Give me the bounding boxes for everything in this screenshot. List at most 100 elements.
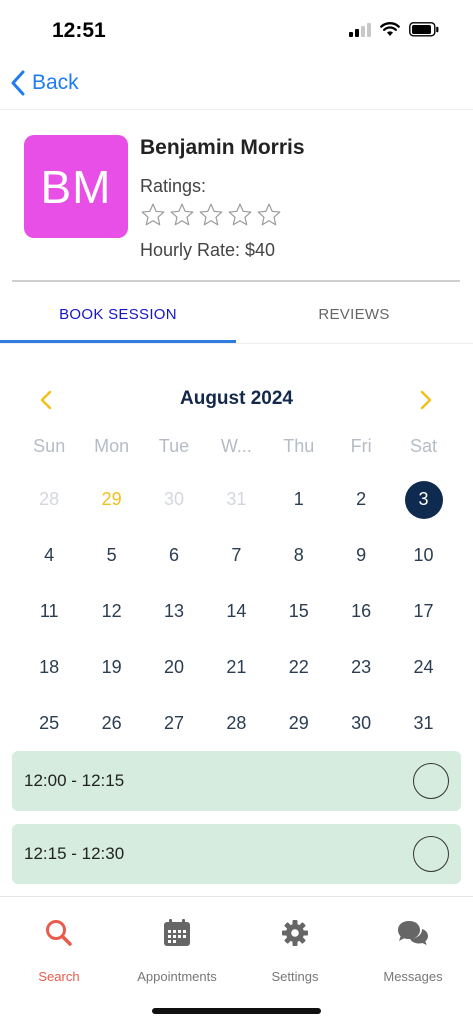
calendar-day[interactable]: 4	[18, 528, 80, 584]
calendar-day-number: 1	[293, 489, 304, 510]
calendar-day[interactable]: 6	[143, 528, 205, 584]
time-slot[interactable]: 12:15 - 12:30	[12, 824, 461, 884]
weekday-label: Thu	[283, 436, 315, 456]
calendar-day[interactable]: 25	[18, 695, 80, 751]
calendar-day-number: 28	[226, 712, 247, 733]
calendar-day-number: 28	[39, 489, 60, 510]
calendar-day[interactable]: 24	[392, 639, 454, 695]
calendar-day[interactable]: 17	[392, 584, 454, 640]
weekday-label: W...	[220, 436, 252, 456]
calendar-day-number: 5	[106, 545, 117, 566]
time-slot-radio[interactable]	[413, 836, 449, 872]
gear-icon	[282, 920, 308, 946]
next-month-button[interactable]	[416, 388, 436, 417]
day-grid: 28 29 30 31 1 2 3 4 5 6 7 8 9 10 11 12 13 14 15 16 17 18 19 20 2…	[18, 472, 455, 751]
calendar-day[interactable]: 14	[205, 584, 267, 640]
calendar-day-number: 26	[101, 712, 122, 733]
calendar-day-number: 15	[288, 600, 309, 621]
calendar-day-number: 2	[356, 489, 367, 510]
calendar-day[interactable]: 20	[143, 639, 205, 695]
calendar-day[interactable]: 27	[143, 695, 205, 751]
calendar-day[interactable]: 21	[205, 639, 267, 695]
calendar-icon	[164, 919, 190, 946]
back-label: Back	[32, 71, 79, 94]
calendar-day[interactable]: 22	[268, 639, 330, 695]
calendar-day-number: 18	[39, 656, 60, 677]
calendar-day[interactable]: 12	[80, 584, 142, 640]
session-tabs: BOOK SESSION REVIEWS	[0, 284, 473, 344]
star-icon	[199, 203, 223, 226]
calendar-day[interactable]: 15	[268, 584, 330, 640]
month-title: August 2024	[180, 388, 293, 409]
calendar-day[interactable]: 13	[143, 584, 205, 640]
calendar-day-number: 17	[413, 600, 434, 621]
star-icon	[170, 203, 194, 226]
chevron-right-icon	[420, 390, 432, 410]
weekday-label: Mon	[94, 436, 130, 456]
calendar-day[interactable]: 26	[80, 695, 142, 751]
status-time: 12:51	[52, 19, 106, 42]
calendar-day[interactable]: 7	[205, 528, 267, 584]
search-icon	[46, 920, 72, 946]
back-button[interactable]: Back	[10, 70, 79, 96]
calendar-day[interactable]: 5	[80, 528, 142, 584]
weekday-label: Fri	[350, 436, 372, 456]
calendar-day-number: 30	[351, 712, 372, 733]
tabbar-label-messages: Messages	[383, 969, 443, 984]
star-icon	[257, 203, 281, 226]
time-slot-label: 12:00 - 12:15	[24, 771, 125, 790]
calendar-day[interactable]: 9	[330, 528, 392, 584]
calendar-day[interactable]: 29	[268, 695, 330, 751]
tabbar-label-appointments: Appointments	[137, 969, 217, 984]
calendar-day[interactable]: 18	[18, 639, 80, 695]
hourly-rate: Hourly Rate: $40	[140, 240, 276, 260]
calendar-day-number: 6	[168, 545, 179, 566]
calendar-day-number: 24	[413, 656, 434, 677]
tab-indicator	[0, 340, 236, 343]
calendar-day-selected[interactable]: 3	[392, 472, 454, 528]
battery-icon	[409, 22, 439, 37]
calendar-day[interactable]: 29	[80, 472, 142, 528]
calendar-day[interactable]: 10	[392, 528, 454, 584]
calendar-day[interactable]: 28	[205, 695, 267, 751]
tabbar-item-settings[interactable]: Settings	[236, 915, 354, 984]
tabbar-item-appointments[interactable]: Appointments	[118, 915, 236, 984]
calendar-day-number: 7	[231, 545, 242, 566]
calendar-day-number: 10	[413, 545, 434, 566]
calendar-day[interactable]: 11	[18, 584, 80, 640]
tabbar-item-messages[interactable]: Messages	[354, 915, 472, 984]
calendar-day[interactable]: 23	[330, 639, 392, 695]
ratings-label: Ratings:	[140, 176, 207, 196]
calendar-day-number: 21	[226, 656, 247, 677]
calendar-header: August 2024	[0, 372, 473, 428]
time-slot-list: 12:00 - 12:15 12:15 - 12:30	[12, 751, 461, 897]
calendar-day-number: 31	[413, 712, 434, 733]
calendar-day[interactable]: 19	[80, 639, 142, 695]
calendar-day-number: 9	[356, 545, 367, 566]
calendar-day-number: 11	[39, 600, 59, 621]
tabbar-item-search[interactable]: Search	[0, 915, 118, 984]
avatar: BM	[24, 135, 128, 238]
weekday-label: Sun	[33, 436, 66, 456]
calendar-day[interactable]: 1	[268, 472, 330, 528]
calendar-day[interactable]: 2	[330, 472, 392, 528]
time-slot[interactable]: 12:00 - 12:15	[12, 751, 461, 811]
status-icons	[349, 22, 439, 37]
calendar-day-number: 29	[288, 712, 309, 733]
calendar-day-number: 8	[293, 545, 304, 566]
calendar-day-number: 12	[101, 600, 122, 621]
calendar-day: 28	[18, 472, 80, 528]
calendar-day[interactable]: 31	[392, 695, 454, 751]
calendar-day[interactable]: 8	[268, 528, 330, 584]
time-slot-radio[interactable]	[413, 763, 449, 799]
tabbar-label-search: Search	[38, 969, 80, 984]
tab-book-session[interactable]: BOOK SESSION	[0, 284, 236, 344]
status-bar: 12:51	[0, 0, 473, 60]
tab-reviews[interactable]: REVIEWS	[236, 284, 472, 344]
calendar-day[interactable]: 16	[330, 584, 392, 640]
calendar-day-number: 13	[163, 600, 184, 621]
calendar-day[interactable]: 30	[330, 695, 392, 751]
weekday-label: Tue	[158, 436, 190, 456]
calendar-day-number: 3	[404, 480, 443, 519]
calendar-day-number: 20	[163, 656, 184, 677]
